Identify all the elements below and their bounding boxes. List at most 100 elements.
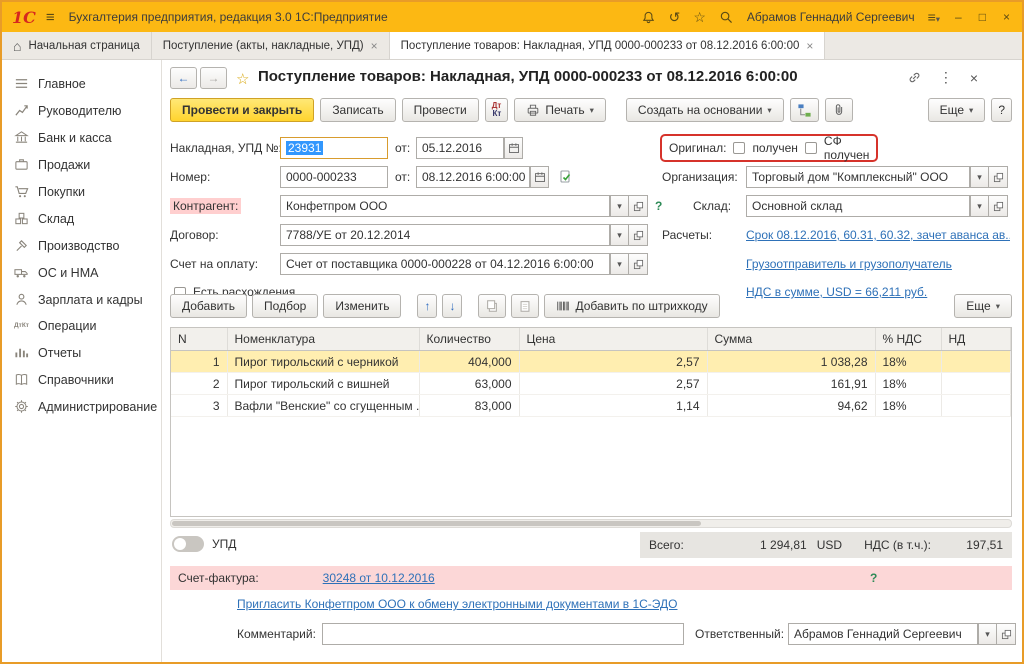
sidebar-item-production[interactable]: Производство: [2, 232, 161, 259]
sidebar-item-purchases[interactable]: Покупки: [2, 178, 161, 205]
help-button[interactable]: ?: [991, 98, 1012, 122]
pick-button[interactable]: Подбор: [252, 294, 318, 318]
col-price[interactable]: Цена: [519, 328, 707, 351]
tab-home[interactable]: ⌂ Начальная страница: [2, 32, 152, 59]
col-vat-cut[interactable]: НД: [941, 328, 1011, 351]
related-documents-button[interactable]: [790, 98, 819, 122]
minimize-button[interactable]: –: [953, 10, 964, 24]
responsible-field[interactable]: Абрамов Геннадий Сергеевич: [788, 623, 978, 645]
scrollbar-thumb[interactable]: [172, 521, 701, 526]
move-down-button[interactable]: ↓: [442, 294, 462, 318]
original-received-checkbox[interactable]: [733, 142, 745, 154]
table-row[interactable]: 2 Пирог тирольский с вишней 63,000 2,57 …: [171, 373, 1011, 395]
show-postings-button[interactable]: ДтКт: [485, 98, 509, 122]
tab-close-icon[interactable]: ×: [371, 39, 378, 53]
history-icon[interactable]: ↺: [669, 9, 681, 26]
current-user[interactable]: Абрамов Геннадий Сергеевич: [747, 10, 915, 24]
counterparty-field[interactable]: Конфетпром ООО: [280, 195, 610, 217]
items-more-button[interactable]: Еще▾: [954, 294, 1012, 318]
col-n[interactable]: N: [171, 328, 227, 351]
calendar-icon[interactable]: [504, 137, 523, 159]
favorites-star-icon[interactable]: ☆: [693, 9, 706, 26]
open-form-icon[interactable]: [989, 166, 1008, 188]
sidebar-item-payroll[interactable]: Зарплата и кадры: [2, 286, 161, 313]
copy-row-button[interactable]: [478, 294, 506, 318]
invoice-help-icon[interactable]: ?: [870, 571, 877, 585]
print-button[interactable]: Печать▾: [514, 98, 606, 122]
dropdown-icon[interactable]: ▾: [970, 195, 989, 217]
open-form-icon[interactable]: [989, 195, 1008, 217]
notifications-bell-icon[interactable]: [641, 10, 656, 25]
post-and-close-button[interactable]: Провести и закрыть: [170, 98, 314, 122]
sidebar-item-references[interactable]: Справочники: [2, 366, 161, 393]
invoice-link[interactable]: 30248 от 10.12.2016: [323, 571, 435, 585]
favorite-star-icon[interactable]: ☆: [236, 70, 249, 88]
dropdown-icon[interactable]: ▾: [978, 623, 997, 645]
table-row[interactable]: 1 Пирог тирольский с черникой 404,000 2,…: [171, 351, 1011, 373]
sidebar-item-operations[interactable]: ДтКт Операции: [2, 313, 161, 339]
search-icon[interactable]: [719, 10, 734, 25]
tab-goods-receipt[interactable]: Поступление товаров: Накладная, УПД 0000…: [390, 32, 826, 59]
counterparty-help-icon[interactable]: ?: [655, 199, 662, 213]
horizontal-scrollbar[interactable]: [170, 519, 1012, 528]
close-document-icon[interactable]: ×: [970, 70, 978, 86]
add-row-button[interactable]: Добавить: [170, 294, 247, 318]
settlements-link[interactable]: Срок 08.12.2016, 60.31, 60.32, зачет ава…: [746, 228, 1010, 242]
table-row[interactable]: 3 Вафли "Венские" со сгущенным ... 83,00…: [171, 395, 1011, 417]
post-button[interactable]: Провести: [402, 98, 479, 122]
sidebar-item-fixed-assets[interactable]: ОС и НМА: [2, 259, 161, 286]
sidebar-item-warehouse[interactable]: Склад: [2, 205, 161, 232]
consignor-link[interactable]: Грузоотправитель и грузополучатель: [746, 257, 952, 271]
open-form-icon[interactable]: [997, 623, 1016, 645]
payment-invoice-field[interactable]: Счет от поставщика 0000-000228 от 04.12.…: [280, 253, 610, 275]
create-based-on-button[interactable]: Создать на основании▾: [626, 98, 784, 122]
sidebar-item-bank-cash[interactable]: Банк и касса: [2, 124, 161, 151]
sf-received-checkbox[interactable]: [805, 142, 817, 154]
tab-close-icon[interactable]: ×: [806, 39, 813, 53]
col-vat-rate[interactable]: % НДС: [875, 328, 941, 351]
maximize-button[interactable]: □: [977, 10, 988, 24]
sidebar-item-main[interactable]: Главное: [2, 70, 161, 97]
col-nomenclature[interactable]: Номенклатура: [227, 328, 419, 351]
add-by-barcode-button[interactable]: Добавить по штрихкоду: [544, 294, 719, 318]
back-button[interactable]: ←: [170, 67, 197, 89]
incoming-number-field[interactable]: 23931: [280, 137, 388, 159]
more-button[interactable]: Еще▾: [928, 98, 986, 122]
dropdown-icon[interactable]: ▾: [610, 195, 629, 217]
open-form-icon[interactable]: [629, 253, 648, 275]
link-icon[interactable]: [907, 70, 922, 85]
close-window-button[interactable]: ×: [1001, 10, 1012, 24]
contract-field[interactable]: 7788/УЕ от 20.12.2014: [280, 224, 610, 246]
upd-toggle-wrap[interactable]: УПД: [172, 536, 236, 552]
tab-receipts-list[interactable]: Поступление (акты, накладные, УПД) ×: [152, 32, 390, 59]
col-quantity[interactable]: Количество: [419, 328, 519, 351]
sidebar-item-administration[interactable]: Администрирование: [2, 393, 161, 420]
col-sum[interactable]: Сумма: [707, 328, 875, 351]
main-menu-icon[interactable]: ≡: [46, 9, 55, 26]
comment-field[interactable]: [322, 623, 684, 645]
edit-button[interactable]: Изменить: [323, 294, 401, 318]
service-menu-icon[interactable]: ≡▾: [928, 9, 940, 25]
calendar-icon[interactable]: [530, 166, 549, 188]
sidebar-item-sales[interactable]: Продажи: [2, 151, 161, 178]
incoming-date-field[interactable]: 05.12.2016: [416, 137, 504, 159]
document-date-field[interactable]: 08.12.2016 6:00:00: [416, 166, 530, 188]
edo-status-icon[interactable]: [558, 169, 574, 185]
organization-field[interactable]: Торговый дом "Комплексный" ООО: [746, 166, 970, 188]
warehouse-field[interactable]: Основной склад: [746, 195, 970, 217]
sf-received-label[interactable]: СФ получен: [824, 134, 869, 162]
open-form-icon[interactable]: [629, 224, 648, 246]
more-menu-icon[interactable]: ⋮: [939, 69, 953, 86]
sidebar-item-reports[interactable]: Отчеты: [2, 339, 161, 366]
upd-toggle[interactable]: [172, 536, 204, 552]
open-form-icon[interactable]: [629, 195, 648, 217]
edo-invite-link[interactable]: Пригласить Конфетпром ООО к обмену элект…: [237, 597, 678, 611]
attachments-button[interactable]: [825, 98, 853, 122]
dropdown-icon[interactable]: ▾: [610, 224, 629, 246]
move-up-button[interactable]: ↑: [417, 294, 437, 318]
dropdown-icon[interactable]: ▾: [970, 166, 989, 188]
paste-row-button[interactable]: [511, 294, 539, 318]
forward-button[interactable]: →: [200, 67, 227, 89]
save-button[interactable]: Записать: [320, 98, 395, 122]
dropdown-icon[interactable]: ▾: [610, 253, 629, 275]
